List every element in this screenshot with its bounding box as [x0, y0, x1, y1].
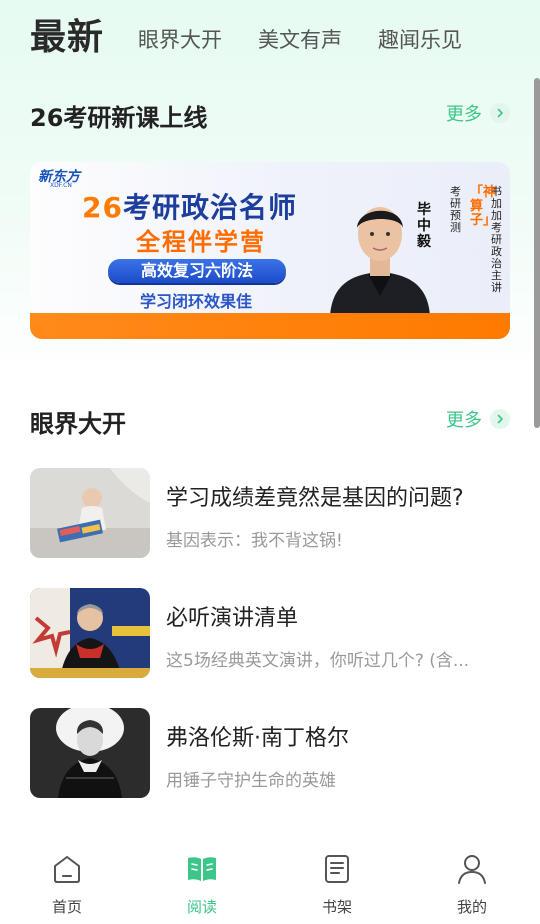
section-title-kaoyan: 26考研新课上线 [30, 104, 208, 132]
home-icon [54, 856, 80, 883]
banner-logo-sub: XDF.CN [50, 182, 72, 189]
banner-stripe [30, 313, 510, 339]
banner-headline: 26考研政治名师 [82, 186, 297, 226]
nav-label-read: 阅读 [186, 898, 217, 916]
bottom-nav: 首页 阅读 书架 我的 [0, 840, 540, 924]
banner-pill: 高效复习六阶法 [108, 259, 286, 283]
article-subtitle: 这5场经典英文演讲，你听过几个? (含... [166, 651, 470, 671]
list-item[interactable]: 学习成绩差竟然是基因的问题? 基因表示：我不背这锅! [30, 468, 510, 558]
more-label: 更多 [446, 104, 482, 125]
nav-item-home[interactable]: 首页 [27, 852, 107, 917]
nav-label-home: 首页 [51, 898, 82, 916]
teacher-name: 毕中毅 [417, 202, 431, 250]
tab-latest[interactable]: 最新 [30, 8, 104, 60]
more-label: 更多 [446, 410, 482, 431]
nav-label-me: 我的 [456, 898, 487, 916]
chevron-right-icon [490, 103, 510, 123]
banner-headline-number: 26 [82, 191, 123, 224]
banner-vertical-text-2: 「神算子」 [470, 185, 497, 228]
banner-subhead: 全程伴学营 [136, 228, 266, 256]
book-open-icon [188, 857, 216, 881]
bookshelf-icon [325, 855, 349, 883]
banner-vertical-text-3: 书加加考研政治主讲 [491, 185, 502, 294]
article-thumbnail [30, 468, 150, 558]
tab-meiwen[interactable]: 美文有声 [258, 24, 342, 54]
article-subtitle: 用锤子守护生命的英雄 [166, 771, 336, 791]
chevron-right-icon [490, 409, 510, 429]
article-thumbnail [30, 708, 150, 798]
promo-banner[interactable]: 新东方 XDF.CN 26考研政治名师 全程伴学营 高效复习六阶法 学习闭环效果… [30, 162, 510, 339]
nav-item-me[interactable]: 我的 [432, 852, 512, 917]
article-subtitle: 基因表示：我不背这锅! [166, 531, 343, 551]
nav-item-read[interactable]: 阅读 [162, 852, 242, 917]
article-title: 弗洛伦斯·南丁格尔 [166, 726, 349, 751]
article-thumbnail [30, 588, 150, 678]
scrollbar[interactable] [534, 78, 540, 428]
nav-item-bookshelf[interactable]: 书架 [297, 852, 377, 917]
article-title: 必听演讲清单 [166, 606, 299, 631]
tab-yanjie[interactable]: 眼界大开 [138, 24, 222, 54]
section-title-yanjie: 眼界大开 [30, 410, 126, 438]
list-item[interactable]: 必听演讲清单 这5场经典英文演讲，你听过几个? (含... [30, 588, 510, 678]
tab-quwen[interactable]: 趣闻乐见 [378, 24, 462, 54]
list-item[interactable]: 弗洛伦斯·南丁格尔 用锤子守护生命的英雄 [30, 708, 510, 798]
banner-tagline: 学习闭环效果佳 [140, 292, 253, 311]
article-title: 学习成绩差竟然是基因的问题? [166, 486, 464, 511]
more-button-yanjie[interactable]: 更多 [446, 408, 510, 431]
category-tabs: 最新 眼界大开 美文有声 趣闻乐见 [0, 0, 540, 70]
banner-vertical-text-1: 考研预测 [450, 185, 461, 234]
user-icon [458, 855, 486, 884]
more-button-kaoyan[interactable]: 更多 [446, 102, 510, 125]
banner-headline-text: 考研政治名师 [122, 191, 297, 224]
nav-label-bookshelf: 书架 [321, 898, 352, 916]
